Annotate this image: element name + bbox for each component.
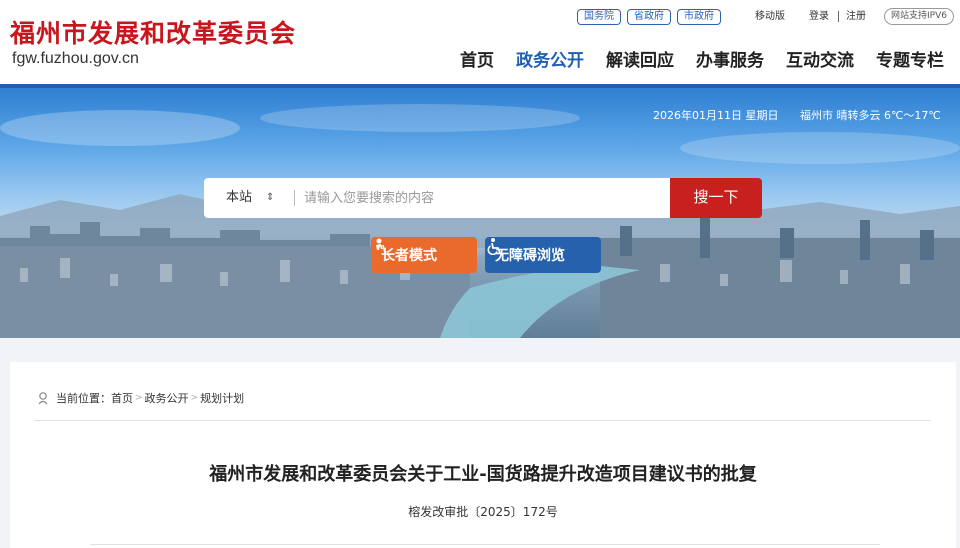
current-date: 2026年01月11日 星期日: [653, 109, 779, 122]
accessible-mode-label: 无障碍浏览: [495, 248, 565, 264]
link-city-gov[interactable]: 市政府: [677, 9, 721, 25]
link-provincial-gov[interactable]: 省政府: [627, 9, 671, 25]
nav-gov-affairs[interactable]: 政务公开: [516, 46, 584, 71]
wheelchair-icon: [487, 238, 501, 255]
search-box: 本站 ⇕: [204, 178, 670, 218]
search-button[interactable]: 搜一下: [670, 178, 762, 218]
ipv6-badge: 网站支持IPV6: [884, 8, 954, 25]
nav-interpretation[interactable]: 解读回应: [606, 46, 674, 71]
weather-info: 福州市 晴转多云 6℃～17℃: [800, 109, 941, 122]
divider: [90, 544, 880, 545]
nav-interaction[interactable]: 互动交流: [786, 46, 854, 71]
accessible-mode-button[interactable]: 无障碍浏览: [485, 237, 601, 273]
nav-topics[interactable]: 专题专栏: [876, 46, 944, 71]
document-number: 榕发改审批〔2025〕172号: [408, 505, 558, 519]
nav-home[interactable]: 首页: [460, 46, 494, 71]
register-link[interactable]: 注册: [846, 9, 866, 25]
search-scope-select[interactable]: 本站: [226, 178, 252, 218]
top-links: 国务院 省政府 市政府: [577, 9, 727, 25]
site-domain: fgw.fuzhou.gov.cn: [12, 50, 139, 67]
breadcrumb-separator: >: [135, 393, 143, 403]
location-icon: [38, 392, 48, 405]
site-header: 福州市发展和改革委员会 fgw.fuzhou.gov.cn 国务院 省政府 市政…: [0, 0, 960, 86]
breadcrumb-home[interactable]: 首页: [111, 390, 133, 406]
nav-services[interactable]: 办事服务: [696, 46, 764, 71]
search-input[interactable]: [304, 184, 654, 212]
breadcrumb-separator: >: [190, 393, 199, 403]
elder-icon: [376, 238, 386, 254]
elder-mode-button[interactable]: 长者模式: [371, 237, 477, 273]
login-link[interactable]: 登录: [809, 9, 829, 25]
hero-banner: 2026年01月11日 星期日 福州市 晴转多云 6℃～17℃ 本站 ⇕ 搜一下…: [0, 88, 960, 338]
mobile-version-link[interactable]: 移动版: [755, 9, 785, 25]
elder-mode-label: 长者模式: [381, 248, 437, 264]
breadcrumb-label: 当前位置：: [56, 392, 111, 405]
select-arrow-icon[interactable]: ⇕: [266, 178, 274, 218]
breadcrumb: 当前位置： 首页 > 政务公开 > 规划计划: [36, 390, 244, 406]
breadcrumb-plans[interactable]: 规划计划: [200, 390, 244, 406]
content-card: 当前位置： 首页 > 政务公开 > 规划计划 福州市发展和改革委员会关于工业-国…: [10, 362, 956, 548]
main-nav: 首页 政务公开 解读回应 办事服务 互动交流 专题专栏: [460, 46, 960, 71]
divider: [294, 190, 295, 206]
document-title: 福州市发展和改革委员会关于工业-国货路提升改造项目建议书的批复: [209, 464, 757, 485]
link-state-council[interactable]: 国务院: [577, 9, 621, 25]
divider: [34, 420, 930, 421]
site-logo-title[interactable]: 福州市发展和改革委员会: [10, 14, 296, 50]
breadcrumb-gov-affairs[interactable]: 政务公开: [145, 390, 189, 406]
divider: [838, 11, 839, 22]
